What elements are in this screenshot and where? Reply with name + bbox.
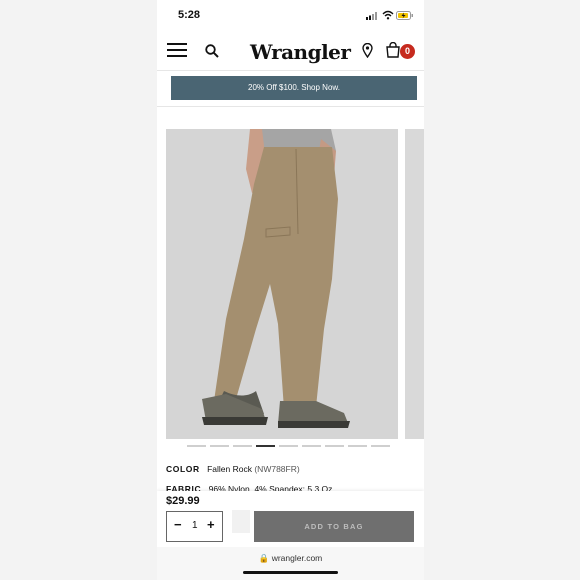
quantity-stepper: − 1 +: [166, 511, 223, 542]
battery-icon: [396, 11, 413, 20]
divider: [157, 106, 424, 107]
shopping-bag-icon[interactable]: [386, 42, 400, 58]
url-text: 🔒 wrangler.com: [157, 553, 424, 564]
next-product-image[interactable]: [405, 129, 424, 439]
gallery-dot[interactable]: [302, 445, 321, 447]
gallery-dot[interactable]: [371, 445, 390, 447]
url-domain: wrangler.com: [271, 553, 323, 563]
wrangler-logo[interactable]: Wrangler: [250, 40, 351, 64]
site-header: Wrangler 0: [157, 32, 424, 71]
price: $29.99: [166, 495, 200, 507]
signal-icon: [366, 12, 377, 20]
menu-icon[interactable]: [167, 43, 187, 57]
color-label: COLOR: [166, 464, 200, 474]
phone-screen: 5:28 Wrangler 0 20% Off $100. Shop Now. …: [157, 0, 424, 580]
faded-swatch: [232, 510, 250, 533]
gallery-dot[interactable]: [279, 445, 298, 447]
add-to-bag-button[interactable]: ADD TO BAG: [254, 511, 414, 542]
gallery-dot[interactable]: [256, 445, 275, 447]
store-locator-icon[interactable]: [362, 43, 373, 58]
search-icon[interactable]: [205, 44, 219, 58]
wifi-icon: [382, 10, 394, 20]
color-info: COLOR Fallen Rock (NW788FR): [166, 464, 300, 474]
quantity-increase-button[interactable]: +: [207, 518, 215, 531]
pants-photo: [166, 129, 398, 439]
promo-banner[interactable]: 20% Off $100. Shop Now.: [171, 76, 417, 100]
color-value: Fallen Rock: [207, 464, 252, 474]
gallery-dot[interactable]: [325, 445, 344, 447]
color-code: (NW788FR): [254, 464, 300, 474]
gallery-dot[interactable]: [210, 445, 229, 447]
product-image[interactable]: [166, 129, 398, 439]
browser-url-bar[interactable]: 🔒 wrangler.com: [157, 547, 424, 580]
quantity-value[interactable]: 1: [192, 520, 198, 531]
status-time: 5:28: [178, 9, 201, 21]
lock-icon: 🔒: [258, 553, 270, 563]
gallery-pagination: [187, 445, 393, 448]
home-indicator[interactable]: [243, 571, 338, 574]
purchase-bar: $29.99 − 1 + ADD TO BAG: [157, 491, 424, 547]
status-bar: 5:28: [157, 0, 424, 30]
gallery-dot[interactable]: [233, 445, 252, 447]
gallery-dot[interactable]: [187, 445, 206, 447]
gallery-dot[interactable]: [348, 445, 367, 447]
quantity-decrease-button[interactable]: −: [174, 518, 182, 531]
bag-count-badge: 0: [400, 44, 415, 59]
